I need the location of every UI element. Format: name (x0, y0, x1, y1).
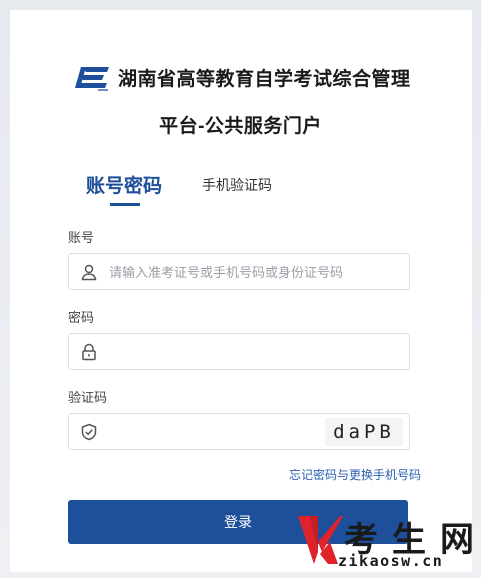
account-label: 账号 (68, 230, 95, 245)
captcha-input[interactable] (107, 414, 321, 451)
page-title-line1: 湖南省高等教育自学考试综合管理 (118, 69, 411, 90)
watermark: 考生网 zikaosw.cn (296, 512, 478, 574)
login-card (10, 10, 472, 572)
captcha-label: 验证码 (68, 390, 108, 405)
page-title-line2: 平台-公共服务门户 (159, 116, 322, 137)
password-input[interactable] (107, 334, 401, 371)
user-icon (81, 264, 97, 281)
tab-account-password[interactable]: 账号密码 (86, 171, 162, 198)
exam-authority-logo (75, 67, 109, 91)
forgot-password-link[interactable]: 忘记密码与更换手机号码 (289, 466, 421, 483)
captcha-field[interactable]: daPB (68, 413, 410, 451)
lock-icon (82, 343, 96, 361)
watermark-url: zikaosw.cn (338, 552, 444, 570)
account-input[interactable] (107, 254, 401, 291)
password-label: 密码 (68, 310, 95, 325)
shield-check-icon (81, 423, 97, 441)
account-field[interactable] (68, 253, 410, 291)
tab-sms-code[interactable]: 手机验证码 (202, 175, 272, 195)
captcha-image[interactable]: daPB (325, 418, 403, 446)
active-tab-indicator (110, 203, 140, 206)
watermark-k-logo (298, 516, 343, 564)
password-field[interactable] (68, 333, 410, 371)
